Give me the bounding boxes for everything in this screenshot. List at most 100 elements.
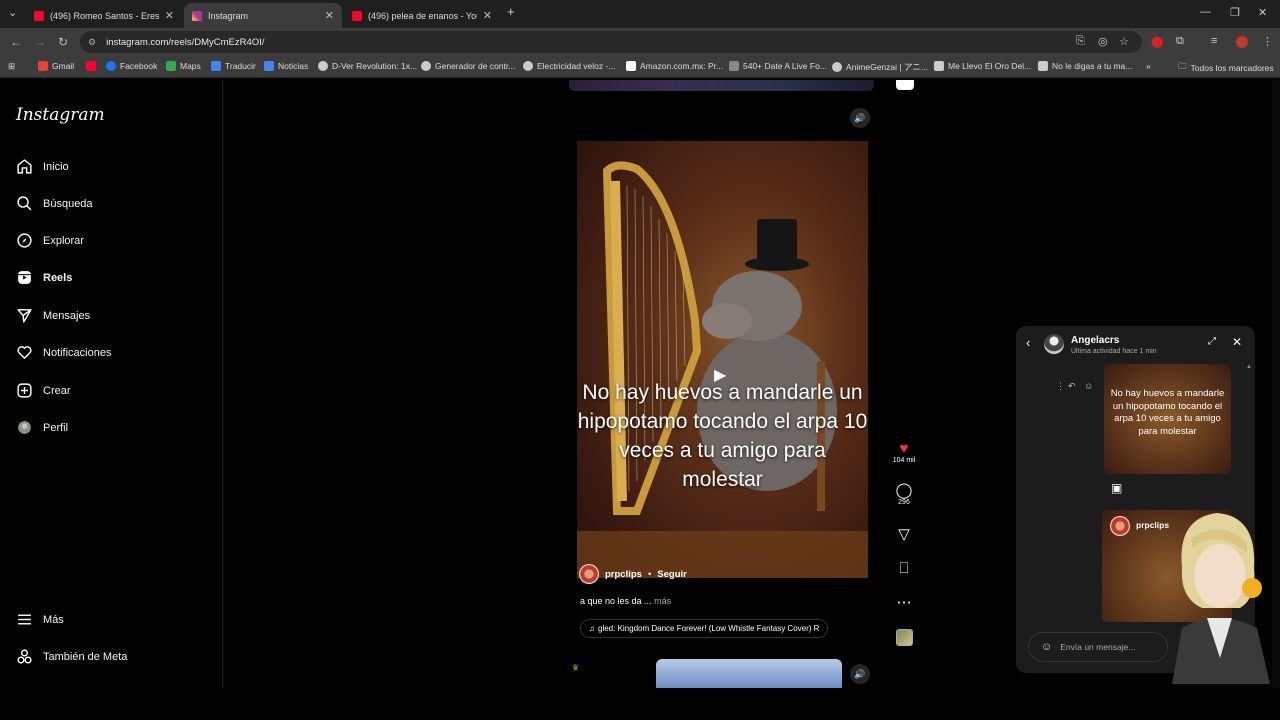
bookmark-label: Me Llevo El Oro Del... <box>948 61 1032 71</box>
save-button[interactable]: ⎕ <box>888 560 920 577</box>
bookmarks-overflow-button[interactable]: » <box>1146 61 1151 71</box>
bookmark-item[interactable]: AnimeGenzai | アニ... <box>832 61 928 73</box>
chat-shared-reel[interactable]: No hay huevos a mandarle un hipopotamo t… <box>1104 364 1231 474</box>
music-note-icon: ♫ <box>589 624 595 633</box>
tab-search-icon[interactable]: ⌄ <box>8 6 17 19</box>
sidebar-item-notificaciones[interactable]: Notificaciones <box>16 344 111 361</box>
bookmark-label: Electricidad veloz -... <box>537 61 616 71</box>
reel-video[interactable]: No hay huevos a mandarle un hipopotamo t… <box>577 141 868 578</box>
bookmark-item[interactable]: Me Llevo El Oro Del... <box>934 61 1031 71</box>
restore-icon[interactable]: ❐ <box>1230 6 1240 19</box>
bookmark-label: Amazon.com.mx: Pr... <box>640 61 724 71</box>
all-bookmarks-button[interactable]: 🗀 Todos los marcadores <box>1178 61 1274 75</box>
instagram-logo[interactable]: Instagram <box>16 105 105 125</box>
bookmark-label: 540+ Date A Live Fo... <box>743 61 827 71</box>
sidebar-item-mas[interactable]: Más <box>16 611 64 628</box>
message-more-icon[interactable]: ⋮ <box>1056 381 1065 392</box>
reload-icon[interactable]: ↻ <box>58 35 68 49</box>
reels-icon: ▣ <box>1111 481 1123 495</box>
install-icon[interactable]: ⎘ <box>1076 35 1085 48</box>
emoji-icon[interactable]: ☺ <box>1041 641 1052 653</box>
bookmark-item[interactable]: Electricidad veloz -... <box>523 61 615 71</box>
comment-button[interactable]: ◯ 296 <box>888 482 920 506</box>
expand-icon[interactable]: ⤢ <box>1208 336 1216 347</box>
address-bar[interactable]: ⚙ instagram.com/reels/DMyCmEzR4OI/ <box>80 31 1142 53</box>
facebook-icon <box>106 61 116 71</box>
next-audio-toggle-button[interactable]: 🔊 <box>850 664 870 684</box>
back-icon[interactable]: ← <box>10 35 22 49</box>
bookmark-item[interactable]: Maps <box>166 61 201 71</box>
eye-off-icon[interactable]: ◎ <box>1098 35 1108 48</box>
bookmark-item[interactable]: Noticias <box>264 61 308 71</box>
chat-avatar[interactable] <box>1044 334 1064 354</box>
audio-toggle-button[interactable]: 🔊 <box>850 108 870 128</box>
chat-scroll-up-icon[interactable]: ▲ <box>1246 364 1252 370</box>
like-button[interactable]: ♥ 104 mil <box>888 440 920 464</box>
compass-icon <box>17 233 32 248</box>
sidebar-item-crear[interactable]: Crear <box>16 382 71 399</box>
reply-icon[interactable]: ↶ <box>1068 381 1076 392</box>
profile-avatar-icon[interactable] <box>1236 36 1248 48</box>
close-icon[interactable]: ✕ <box>1232 335 1242 349</box>
play-icon[interactable]: ▶ <box>714 365 726 385</box>
sidebar-item-busqueda[interactable]: Búsqueda <box>16 195 93 212</box>
close-tab-icon[interactable]: ✕ <box>165 9 174 22</box>
site-info-icon[interactable]: ⚙ <box>88 37 96 48</box>
follow-button[interactable]: Seguir <box>657 569 687 580</box>
bookmark-item[interactable]: Gmail <box>38 61 74 71</box>
bookmark-item[interactable]: Facebook <box>106 61 157 71</box>
chat-status: Última actividad hace 1 min <box>1071 348 1157 355</box>
like-count: 104 mil <box>892 457 916 464</box>
sidebar-item-explorar[interactable]: Explorar <box>16 232 84 249</box>
music-pill[interactable]: ♫ gled: Kingdom Dance Forever! (Low Whis… <box>580 619 829 638</box>
star-icon[interactable]: ☆ <box>1119 35 1129 48</box>
plus-square-icon <box>17 383 32 398</box>
sidebar-item-label: Inicio <box>43 160 69 173</box>
tab-youtube-romeo[interactable]: (496) Romeo Santos - Eres Mía ✕ <box>26 3 182 28</box>
crown-icon: ♛ <box>572 663 580 672</box>
sidebar-item-mensajes[interactable]: Mensajes <box>16 307 90 324</box>
bookmark-item[interactable]: No le digas a tu ma... <box>1038 61 1132 71</box>
author-username[interactable]: prpclips <box>605 569 642 580</box>
bookmark-item[interactable]: Traducir <box>211 61 256 71</box>
menu-kebab-icon[interactable]: ⋮ <box>1262 35 1273 48</box>
audio-thumbnail[interactable] <box>896 629 913 646</box>
share-button[interactable]: ▽ <box>888 526 920 543</box>
heart-icon <box>17 346 32 359</box>
sidebar-item-reels[interactable]: Reels <box>16 269 72 286</box>
more-options-button[interactable]: ⋯ <box>888 594 920 611</box>
react-emoji-icon[interactable]: ☺ <box>1084 381 1093 391</box>
previous-reel-preview[interactable] <box>569 80 874 91</box>
tab-youtube-enanos[interactable]: (496) pelea de enanos - YouTube ✕ <box>344 3 500 28</box>
media-control-icon[interactable]: ≡ <box>1211 35 1217 47</box>
send-icon: ▽ <box>898 526 910 543</box>
instagram-favicon-icon <box>192 10 202 21</box>
more-link[interactable]: más <box>654 596 671 606</box>
bookmark-item[interactable]: 540+ Date A Live Fo... <box>729 61 827 71</box>
bookmark-icon: ⎕ <box>899 560 909 577</box>
author-avatar[interactable] <box>579 564 599 584</box>
next-reel-preview[interactable] <box>656 659 842 688</box>
sidebar-item-perfil[interactable]: Perfil <box>16 419 68 436</box>
close-window-icon[interactable]: ✕ <box>1258 6 1267 19</box>
sidebar-item-meta[interactable]: También de Meta <box>16 648 127 665</box>
extensions-icon[interactable]: ⧉ <box>1176 35 1184 48</box>
bookmark-item[interactable]: D-Ver Revolution: 1x... <box>318 61 417 71</box>
adblock-icon[interactable]: ⬤ <box>1151 35 1163 48</box>
sidebar-item-label: También de Meta <box>43 650 128 663</box>
chat-contact-name[interactable]: Angelacrs <box>1071 335 1119 346</box>
close-tab-icon[interactable]: ✕ <box>325 9 334 22</box>
next-reel-author[interactable]: ♛ <box>572 663 632 688</box>
apps-grid-icon[interactable]: ⊞ <box>8 61 15 72</box>
bookmark-item[interactable]: Generador de contr... <box>421 61 515 71</box>
tab-instagram[interactable]: Instagram ✕ <box>184 3 342 28</box>
bookmark-item[interactable] <box>86 61 96 71</box>
message-input[interactable]: ☺ Envía un mensaje... <box>1028 632 1168 662</box>
bookmark-item[interactable]: Amazon.com.mx: Pr... <box>626 61 723 71</box>
minimize-icon[interactable]: — <box>1200 6 1211 18</box>
forward-icon[interactable]: → <box>34 35 46 49</box>
sidebar-item-inicio[interactable]: Inicio <box>16 158 69 175</box>
close-tab-icon[interactable]: ✕ <box>483 9 492 22</box>
chevron-left-icon[interactable]: ‹ <box>1026 335 1030 350</box>
new-tab-button[interactable]: + <box>507 4 515 19</box>
